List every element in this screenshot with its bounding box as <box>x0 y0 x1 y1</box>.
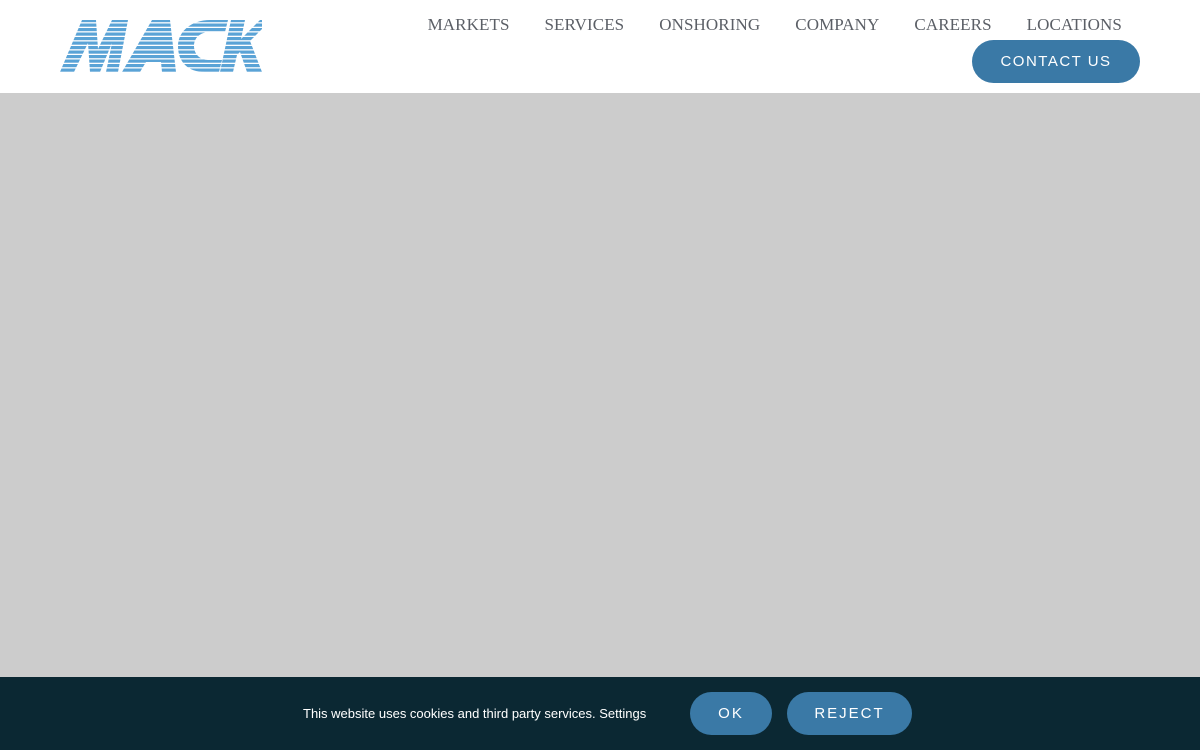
main-nav: MARKETS SERVICES ONSHORING COMPANY CAREE… <box>410 15 1122 35</box>
hero-placeholder <box>0 93 1200 677</box>
nav-item-company[interactable]: COMPANY <box>778 15 897 35</box>
contact-us-button[interactable]: CONTACT US <box>972 40 1140 83</box>
mack-logo[interactable] <box>60 19 262 73</box>
cookie-reject-button[interactable]: REJECT <box>787 692 912 735</box>
cookie-consent-bar: This website uses cookies and third part… <box>0 677 1200 750</box>
cookie-ok-button[interactable]: OK <box>690 692 772 735</box>
cookie-message: This website uses cookies and third part… <box>303 706 646 722</box>
nav-item-markets[interactable]: MARKETS <box>410 15 527 35</box>
cookie-message-text: This website uses cookies and third part… <box>303 706 596 721</box>
cookie-settings-link[interactable]: Settings <box>599 706 646 721</box>
nav-item-locations[interactable]: LOCATIONS <box>1009 15 1122 35</box>
nav-item-services[interactable]: SERVICES <box>527 15 642 35</box>
nav-item-onshoring[interactable]: ONSHORING <box>642 15 778 35</box>
site-header: MARKETS SERVICES ONSHORING COMPANY CAREE… <box>0 0 1200 93</box>
nav-item-careers[interactable]: CAREERS <box>897 15 1009 35</box>
logo-image <box>60 19 262 73</box>
